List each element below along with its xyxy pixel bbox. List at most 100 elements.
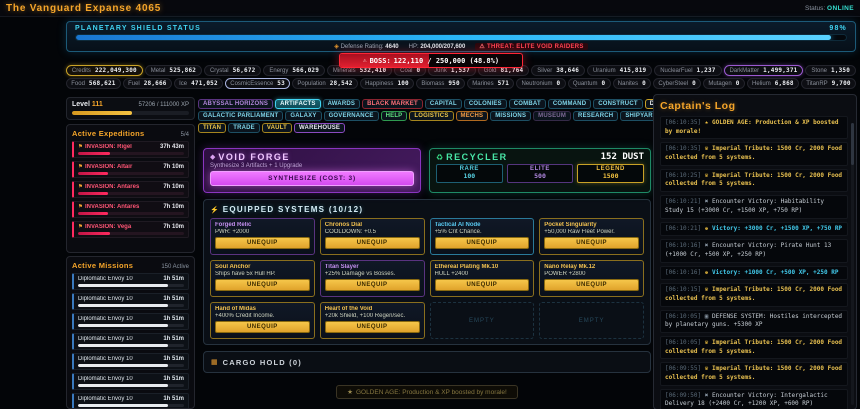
tab[interactable]: COMMAND [547, 99, 592, 109]
resource-chip: Crystal 56,672 [204, 65, 262, 76]
xp-bar-fill [72, 111, 133, 115]
unequip-button[interactable]: UNEQUIP [434, 237, 530, 249]
unequip-button[interactable]: UNEQUIP [215, 279, 310, 291]
warning-icon: ⚠ [479, 44, 486, 50]
log-list: [06:10:35] ★ GOLDEN AGE: Production & XP… [660, 116, 848, 409]
resource-chip: DarkMatter 1,499,371 [723, 65, 804, 76]
tab[interactable]: MISSIONS [490, 111, 532, 121]
tab-row-1: ABYSSAL HORIZONS ARTIFACTS AWARDS BLACK … [198, 99, 729, 109]
recycle-option-button[interactable]: LEGEND 1500 [577, 164, 645, 183]
resource-chip: CosmicEssence 53 [225, 78, 291, 89]
unequip-button[interactable]: UNEQUIP [544, 237, 639, 249]
unequip-button[interactable]: UNEQUIP [215, 237, 310, 249]
tab[interactable]: ABYSSAL HORIZONS [198, 99, 274, 109]
missions-count: 150 Active [161, 264, 189, 270]
invasion-flag-icon: ⚑ [78, 164, 83, 170]
log-scrollbar-thumb[interactable] [851, 123, 854, 165]
resource-chip: Credits 222,049,300 [66, 65, 143, 76]
synthesize-button[interactable]: SYNTHESIZE (COST: 3) [210, 171, 414, 186]
tab[interactable]: ARTIFACTS [275, 99, 321, 109]
tab[interactable]: VAULT [261, 123, 292, 133]
equipment-card: Chronos Dial COOLDOWN: +0.5 UNEQUIP [319, 218, 425, 255]
resource-chip: Marines 571 [467, 78, 515, 89]
tab[interactable]: GOVERNANCE [323, 111, 379, 121]
shield-title: PLANETARY SHIELD STATUS [75, 25, 201, 32]
tab[interactable]: TITAN [198, 123, 227, 133]
log-entry: [06:10:16] ♚ Victory: +1000 Cr, +500 XP,… [660, 265, 848, 281]
expedition-progress [78, 192, 184, 195]
tab[interactable]: TRADE [228, 123, 260, 133]
shield-icon: ◈ [334, 44, 339, 50]
shield-percent: 98% [829, 25, 847, 32]
mission-item: Diplomatic Envoy 10 1h 51m [72, 333, 189, 350]
shield-header: PLANETARY SHIELD STATUS 98% [75, 25, 847, 32]
status-value: ONLINE [827, 4, 854, 12]
equipment-card: Tactical AI Node +5% Crit Chance. UNEQUI… [429, 218, 535, 255]
tab[interactable]: CAPITAL [424, 99, 462, 109]
top-bar: The Vanguard Expanse 4065 Status: ONLINE [0, 0, 860, 17]
tab[interactable]: COLONIES [463, 99, 507, 109]
unequip-button[interactable]: UNEQUIP [324, 237, 420, 249]
mission-item: Diplomatic Envoy 10 1h 51m [72, 353, 189, 370]
cargo-icon: ▦ [211, 359, 218, 366]
mission-item: Diplomatic Envoy 10 1h 51m [72, 313, 189, 330]
log-scrollbar[interactable] [851, 123, 854, 405]
log-title: Captain's Log [660, 100, 736, 112]
boss-health-bar: ⚠ BOSS: 122,110 / 250,000 (48.8%) [339, 53, 523, 68]
unequip-button[interactable]: UNEQUIP [434, 279, 530, 291]
golden-age-row: ★ GOLDEN AGE: Production & XP boosted by … [203, 381, 651, 399]
expedition-item: ⚑ INVASION: Antares 7h 10m [72, 181, 189, 198]
resource-chip: Food 568,621 [66, 78, 121, 89]
tab[interactable]: HELP [380, 111, 408, 121]
equipment-card: Nano Relay Mk.12 POWER +2800 UNEQUIP [539, 260, 644, 297]
unequip-button[interactable]: UNEQUIP [544, 279, 639, 291]
unequip-button[interactable]: UNEQUIP [324, 279, 420, 291]
resource-chip: Ice 471,052 [173, 78, 224, 89]
expedition-item: ⚑ INVASION: Antares 7h 10m [72, 201, 189, 218]
level-label: Level 111 [72, 101, 103, 108]
resource-chip: Fuel 28,666 [122, 78, 172, 89]
equipped-systems-panel: ⚡ EQUIPPED SYSTEMS (10/12) Forged Relic … [203, 199, 651, 345]
tab[interactable]: MUSEUM [533, 111, 572, 121]
main-content: ◆ VOID FORGE Synthesize 3 Artifacts + 1 … [203, 148, 651, 399]
unequip-button[interactable]: UNEQUIP [324, 321, 420, 333]
recycler-title: RECYCLER [446, 152, 508, 162]
mission-progress [78, 284, 184, 287]
tab[interactable]: COMBAT [508, 99, 546, 109]
tab[interactable]: BLACK MARKET [362, 99, 423, 109]
tab-row-2: GALACTIC PARLIAMENT GALAXY GOVERNANCE HE… [198, 111, 733, 121]
recycle-option-button[interactable]: RARE 100 [436, 164, 503, 183]
tab[interactable]: RESEARCH [573, 111, 619, 121]
unequip-button[interactable]: UNEQUIP [215, 321, 310, 333]
log-entry-icon: ♛ [704, 365, 709, 373]
active-expeditions-panel: Active Expeditions 5/4 ⚑ INVASION: Rigel… [66, 124, 195, 253]
resource-chip: Uranium 415,819 [587, 65, 653, 76]
tab[interactable]: WAREHOUSE [294, 123, 346, 133]
tab[interactable]: CONSTRUCT [593, 99, 643, 109]
forge-title: VOID FORGE [218, 152, 290, 162]
shield-bar-fill [76, 35, 831, 40]
log-entry: [06:10:05] ♛ Imperial Tribute: 1500 Cr, … [660, 336, 848, 360]
equipment-card: Soul Anchor Ships have 5x Hull HP. UNEQU… [210, 260, 315, 297]
tab[interactable]: LOGISTICS [409, 111, 454, 121]
resource-chip: Quantum 0 [567, 78, 611, 89]
gem-icon: ◆ [210, 154, 216, 161]
resource-chip: Nanites 0 [612, 78, 652, 89]
log-entry: [06:10:15] ♛ Imperial Tribute: 1500 Cr, … [660, 283, 848, 307]
log-entry-icon: ✖ [704, 242, 709, 250]
recycle-icon: ♻ [436, 152, 444, 162]
equipment-card: Forged Relic PWR: +2000 UNEQUIP [210, 218, 315, 255]
recycle-option-button[interactable]: ELITE 500 [506, 164, 574, 183]
boss-health-text: ⚠ BOSS: 122,110 / 250,000 (48.8%) [362, 56, 500, 65]
mission-progress [78, 384, 184, 387]
empty-slot: EMPTY [429, 302, 535, 339]
lightning-icon: ⚡ [210, 206, 219, 214]
tab[interactable]: AWARDS [322, 99, 361, 109]
tab[interactable]: MECHS [455, 111, 489, 121]
log-entry: [06:09:50] ✖ Encounter Victory: Intergal… [660, 388, 848, 409]
tab[interactable]: GALACTIC PARLIAMENT [198, 111, 284, 121]
tab[interactable]: GALAXY [285, 111, 322, 121]
resource-chip: Silver 38,646 [531, 65, 586, 76]
log-entry-icon: ★ [704, 119, 709, 126]
mission-item: Diplomatic Envoy 10 1h 51m [72, 393, 189, 408]
